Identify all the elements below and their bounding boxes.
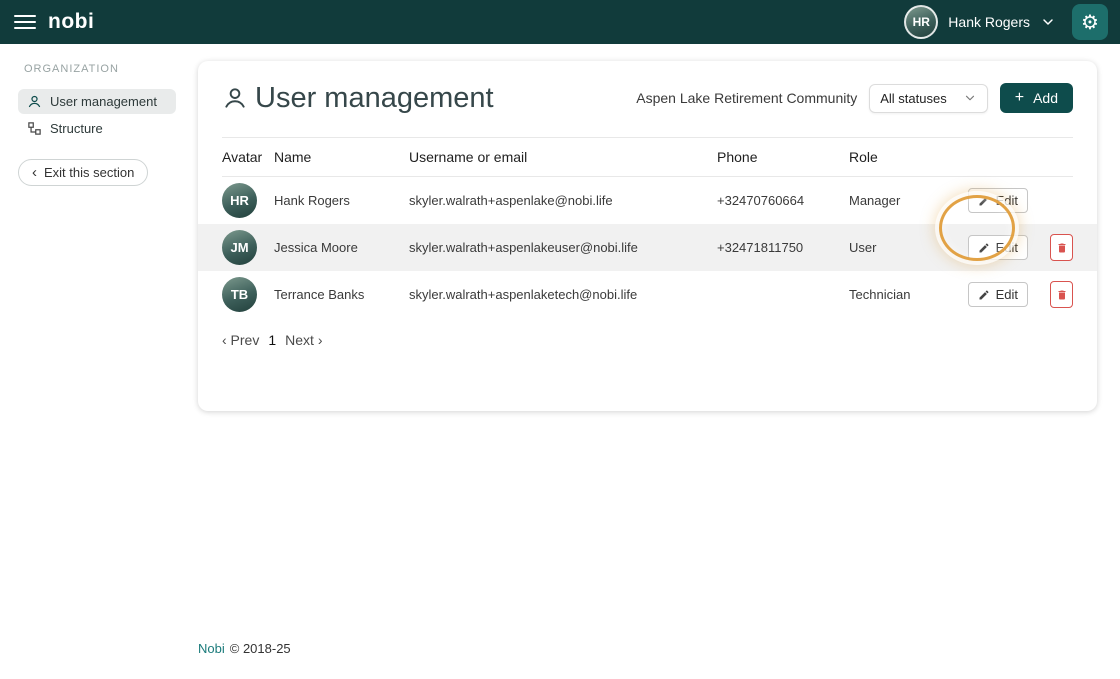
prev-page-button[interactable]: ‹ Prev [222, 332, 259, 348]
pencil-icon [978, 242, 990, 254]
structure-icon [27, 121, 42, 136]
table-header-row: Avatar Name Username or email Phone Role [222, 138, 1073, 177]
sidebar-item-user-management[interactable]: User management [18, 89, 176, 114]
user-icon [27, 94, 42, 109]
name-cell: Terrance Banks [274, 271, 409, 318]
actions-cell: Edit [948, 177, 1073, 225]
email-cell: skyler.walrath+aspenlake@nobi.life [409, 177, 717, 225]
sidebar-item-structure[interactable]: Structure [18, 116, 176, 141]
edit-button-label: Edit [996, 240, 1018, 255]
trash-icon [1056, 289, 1068, 301]
name-cell: Hank Rogers [274, 177, 409, 225]
users-table: Avatar Name Username or email Phone Role… [222, 137, 1073, 318]
phone-cell [717, 271, 849, 318]
avatar: JM [222, 230, 257, 265]
avatar-cell: HR [222, 177, 274, 225]
table-row: TB Terrance Banks skyler.walrath+aspenla… [222, 271, 1073, 318]
table-row: HR Hank Rogers skyler.walrath+aspenlake@… [222, 177, 1073, 225]
pencil-icon [978, 289, 990, 301]
status-filter-dropdown[interactable]: All statuses [869, 84, 987, 113]
column-header-name: Name [274, 138, 409, 177]
user-name: Hank Rogers [948, 14, 1030, 30]
user-avatar[interactable]: HR [904, 5, 938, 39]
column-header-actions [948, 138, 1073, 177]
sidebar: ORGANIZATION User management Structure ‹… [0, 44, 186, 186]
gear-icon: ⚙ [1081, 10, 1099, 35]
status-filter-value: All statuses [880, 91, 946, 106]
phone-cell: +32470760664 [717, 177, 849, 225]
edit-button-label: Edit [996, 287, 1018, 302]
avatar-cell: TB [222, 271, 274, 318]
user-menu[interactable]: HR Hank Rogers ⚙ [904, 4, 1108, 40]
column-header-role: Role [849, 138, 948, 177]
sidebar-item-label: User management [50, 94, 157, 109]
phone-cell: +32471811750 [717, 224, 849, 271]
chevron-left-icon: ‹ [32, 165, 37, 180]
pencil-icon [978, 195, 990, 207]
edit-button-label: Edit [996, 193, 1018, 208]
footer-brand-link[interactable]: Nobi [198, 641, 225, 656]
chevron-down-icon [963, 91, 977, 105]
delete-button[interactable] [1050, 281, 1073, 308]
actions-cell: Edit [948, 271, 1073, 318]
sidebar-section-label: ORGANIZATION [24, 63, 186, 75]
hamburger-menu-icon[interactable] [14, 15, 36, 29]
delete-placeholder [1050, 187, 1073, 214]
user-management-card: User management Aspen Lake Retirement Co… [198, 61, 1097, 411]
edit-button[interactable]: Edit [968, 235, 1028, 260]
app-logo[interactable]: nobi [48, 10, 94, 34]
plus-icon: + [1015, 90, 1024, 106]
add-user-button[interactable]: + Add [1000, 83, 1073, 113]
edit-button[interactable]: Edit [968, 282, 1028, 307]
table-row: JM Jessica Moore skyler.walrath+aspenlak… [222, 224, 1073, 271]
actions-cell: Edit [948, 224, 1073, 271]
column-header-email: Username or email [409, 138, 717, 177]
email-cell: skyler.walrath+aspenlakeuser@nobi.life [409, 224, 717, 271]
settings-button[interactable]: ⚙ [1072, 4, 1108, 40]
trash-icon [1056, 242, 1068, 254]
card-header: User management Aspen Lake Retirement Co… [222, 75, 1073, 121]
name-cell: Jessica Moore [274, 224, 409, 271]
edit-button[interactable]: Edit [968, 188, 1028, 213]
pagination: ‹ Prev 1 Next › [222, 332, 1073, 348]
exit-section-button[interactable]: ‹ Exit this section [18, 159, 148, 186]
header-controls: Aspen Lake Retirement Community All stat… [636, 83, 1073, 113]
next-page-button[interactable]: Next › [285, 332, 322, 348]
user-title-icon [222, 85, 248, 111]
email-cell: skyler.walrath+aspenlaketech@nobi.life [409, 271, 717, 318]
sidebar-item-label: Structure [50, 121, 103, 136]
footer: Nobi © 2018-25 [198, 641, 291, 656]
page-title: User management [255, 82, 494, 115]
exit-section-label: Exit this section [44, 165, 134, 180]
role-cell: Technician [849, 271, 948, 318]
column-header-avatar: Avatar [222, 138, 274, 177]
chevron-down-icon [1040, 14, 1056, 30]
role-cell: User [849, 224, 948, 271]
title-group: User management [222, 82, 494, 115]
delete-button[interactable] [1050, 234, 1073, 261]
column-header-phone: Phone [717, 138, 849, 177]
avatar: HR [222, 183, 257, 218]
add-button-label: Add [1033, 90, 1058, 106]
avatar-cell: JM [222, 224, 274, 271]
avatar: TB [222, 277, 257, 312]
topbar: nobi HR Hank Rogers ⚙ [0, 0, 1120, 44]
role-cell: Manager [849, 177, 948, 225]
current-page-number[interactable]: 1 [268, 332, 276, 348]
footer-copyright: © 2018-25 [230, 641, 291, 656]
community-name: Aspen Lake Retirement Community [636, 90, 857, 106]
